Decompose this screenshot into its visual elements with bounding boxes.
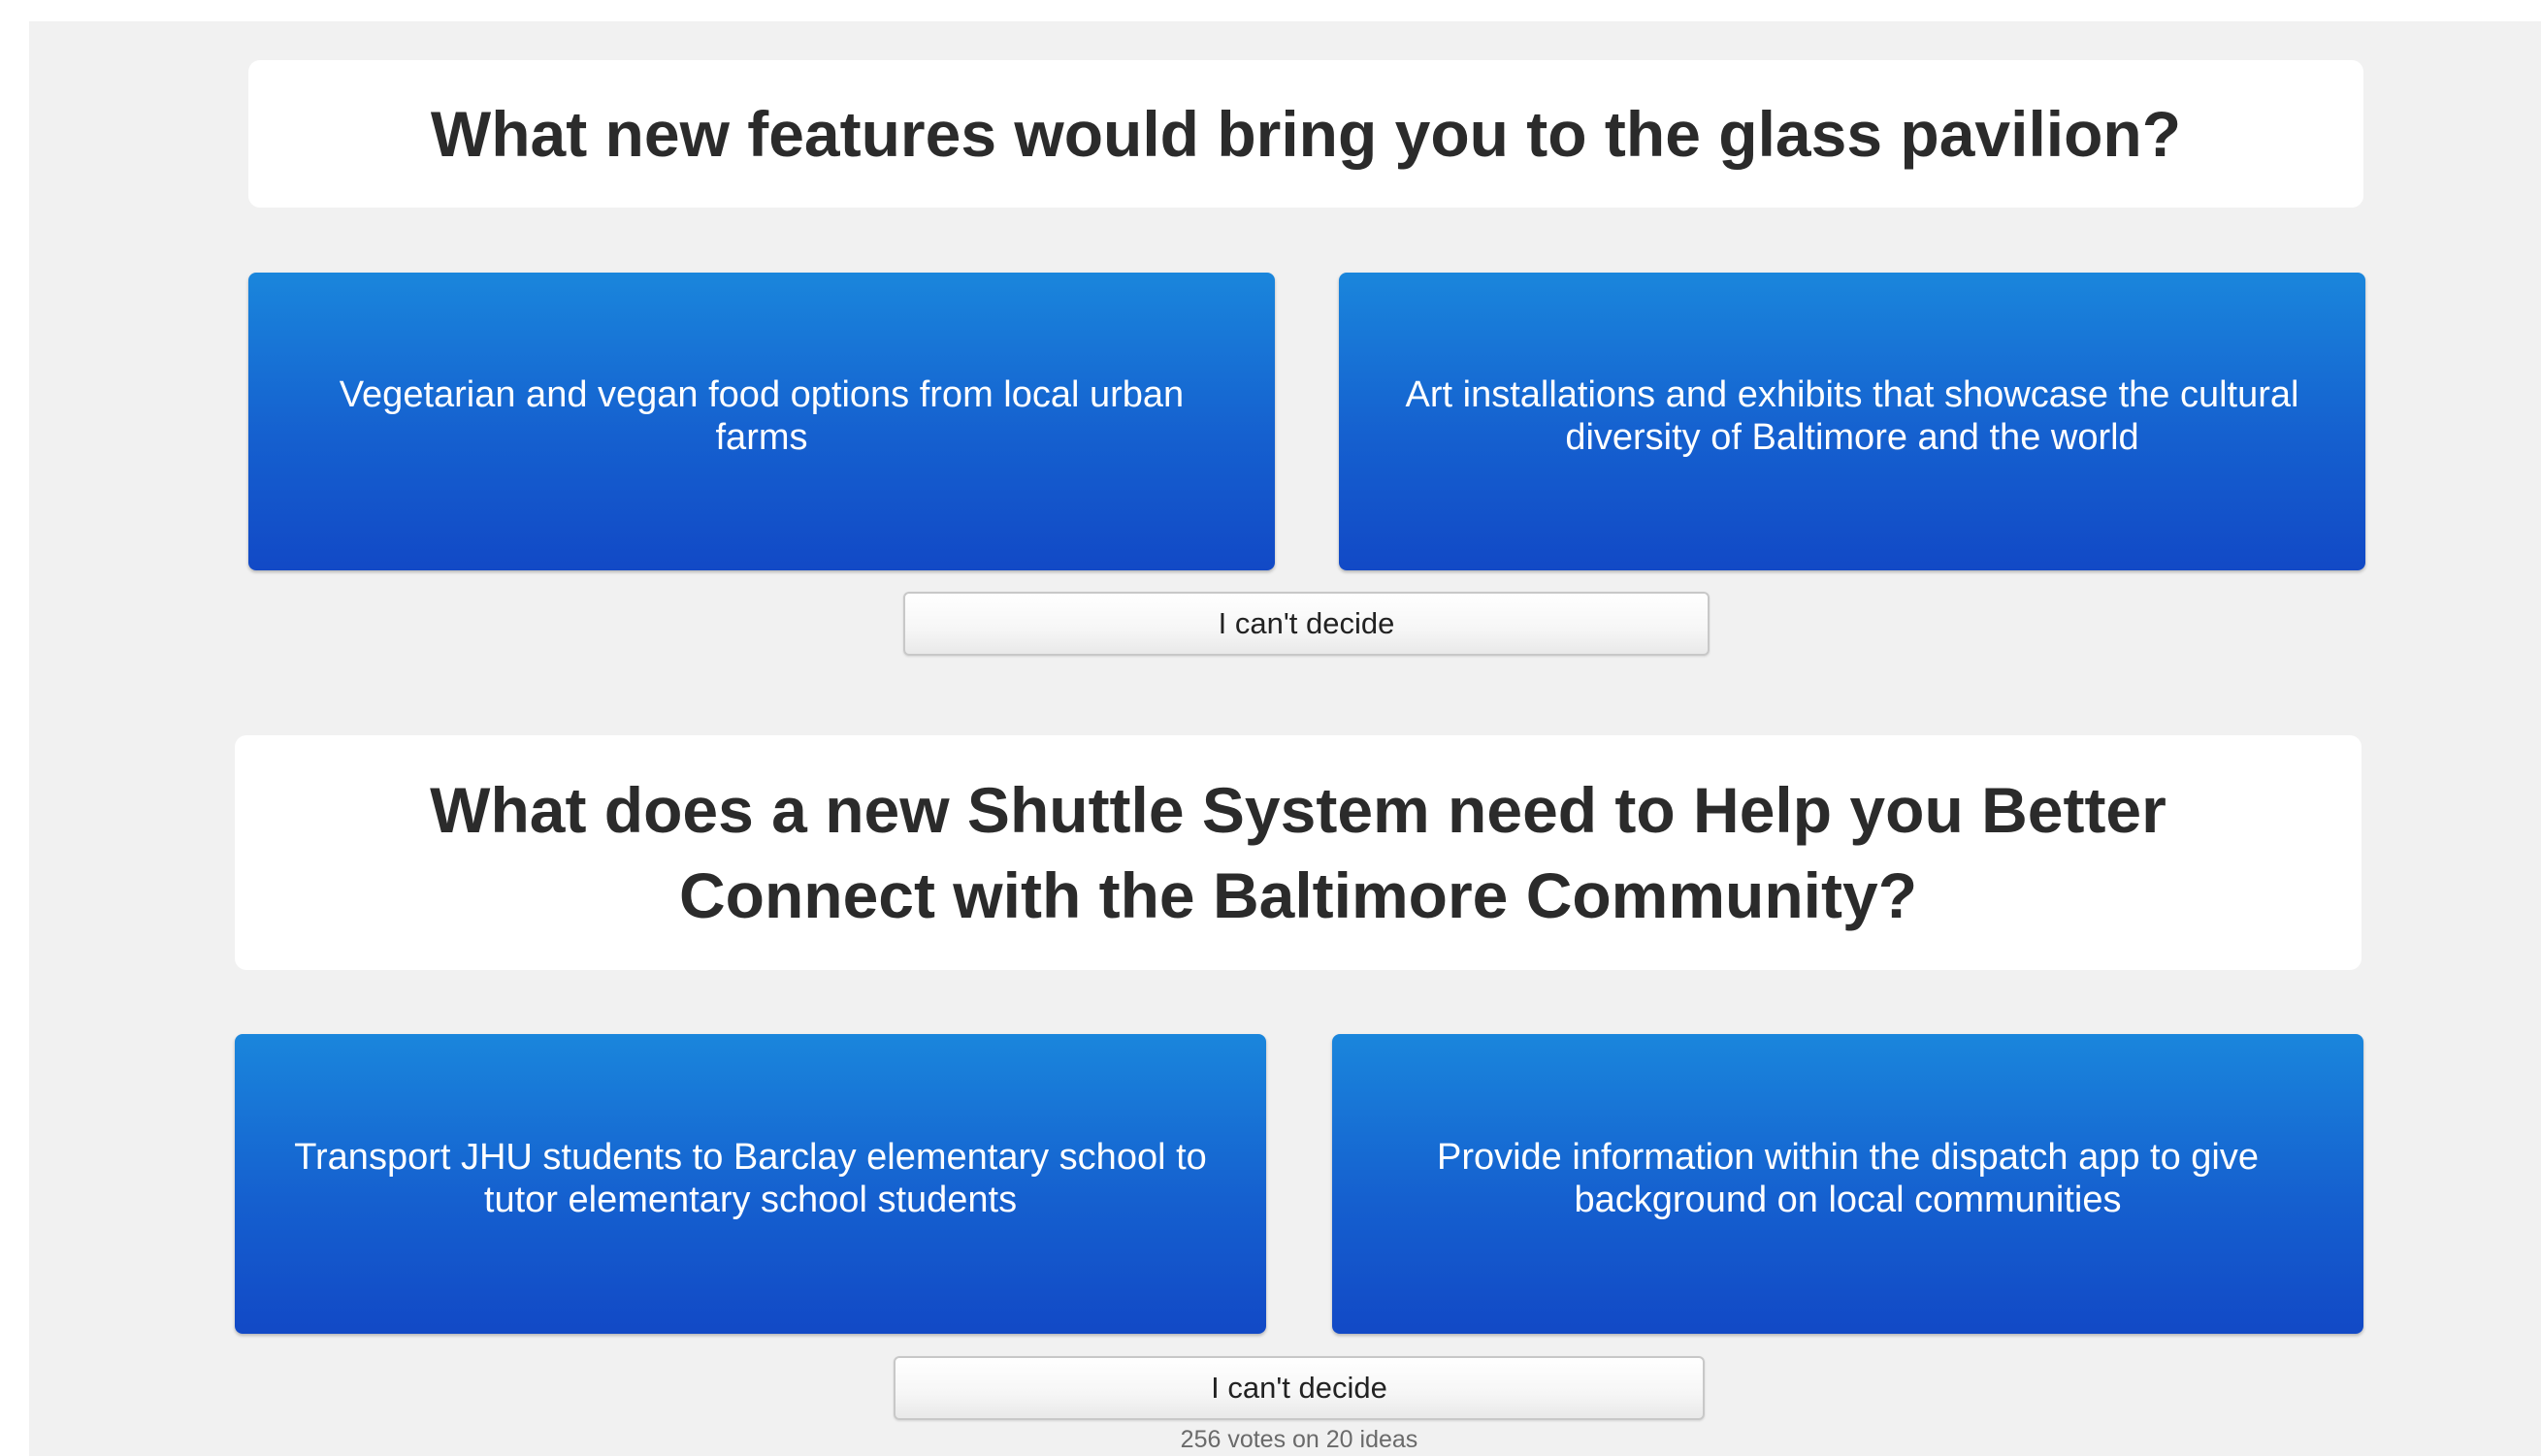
choice-right-1-label: Art installations and exhibits that show… bbox=[1405, 373, 2299, 458]
choice-right-2-label: Provide information within the dispatch … bbox=[1436, 1136, 2260, 1220]
choice-right-1[interactable]: Art installations and exhibits that show… bbox=[1339, 273, 2365, 570]
cant-decide-button-1[interactable]: I can't decide bbox=[903, 592, 1710, 656]
choice-left-2-label: Transport JHU students to Barclay elemen… bbox=[294, 1136, 1207, 1220]
question-title-2: What does a new Shuttle System need to H… bbox=[430, 774, 2166, 931]
question-title-1: What new features would bring you to the… bbox=[430, 98, 2182, 170]
question-card-1: What new features would bring you to the… bbox=[248, 60, 2363, 208]
choice-left-2[interactable]: Transport JHU students to Barclay elemen… bbox=[235, 1034, 1266, 1334]
choice-left-1[interactable]: Vegetarian and vegan food options from l… bbox=[248, 273, 1275, 570]
choice-right-2[interactable]: Provide information within the dispatch … bbox=[1332, 1034, 2363, 1334]
vote-summary: 256 votes on 20 ideas bbox=[1180, 1426, 1418, 1453]
cant-decide-button-2[interactable]: I can't decide bbox=[894, 1356, 1705, 1420]
choice-left-1-label: Vegetarian and vegan food options from l… bbox=[339, 373, 1185, 458]
question-card-2: What does a new Shuttle System need to H… bbox=[235, 735, 2362, 970]
